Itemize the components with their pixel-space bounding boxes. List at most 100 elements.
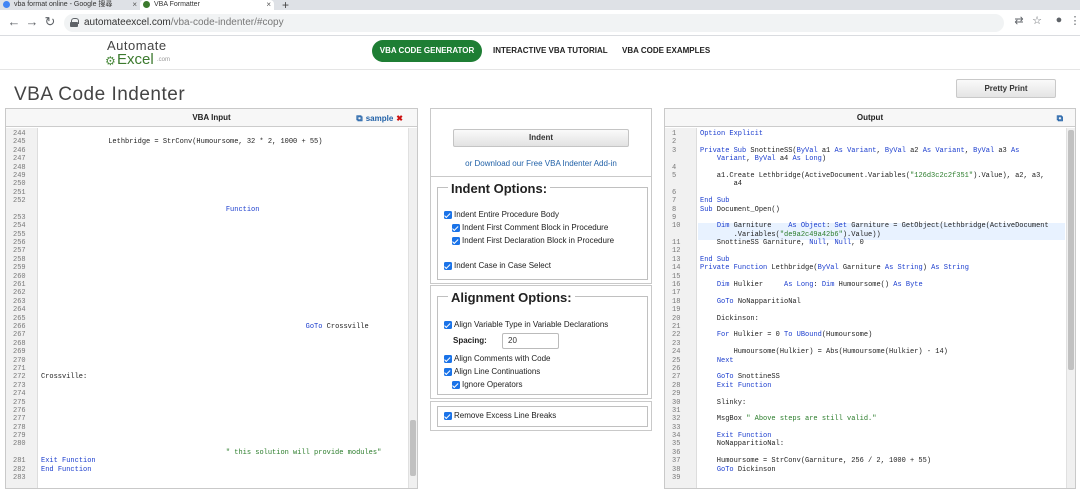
line-number: 31 (672, 406, 681, 415)
line-number (672, 231, 695, 239)
checkbox-checked-icon (444, 321, 452, 329)
code-line: NoNapparitioNal: (700, 440, 785, 449)
vertical-scrollbar[interactable] (408, 128, 417, 488)
line-number: 245 (13, 138, 26, 147)
line-number: 244 (13, 130, 26, 138)
checkbox-checked-icon (444, 355, 452, 363)
vertical-scrollbar[interactable] (1066, 128, 1075, 488)
code-line: Lethbridge = StrConv(Humoursome, 32 * 2,… (41, 138, 323, 147)
line-number: 249 (13, 171, 26, 180)
line-number: 262 (13, 289, 26, 298)
reload-icon[interactable]: ↻ (42, 14, 58, 30)
line-number: 23 (672, 339, 681, 348)
line-number: 17 (672, 289, 681, 298)
close-tab-icon[interactable]: × (266, 0, 271, 9)
scrollbar-thumb[interactable] (1068, 130, 1074, 370)
browser-toolbar: ← → ↻ automateexcel.com/vba-code-indente… (0, 10, 1080, 36)
line-number: 22 (672, 331, 681, 340)
line-number: 250 (13, 180, 26, 189)
line-number: 278 (13, 423, 26, 432)
nav-vba-code-generator[interactable]: VBA CODE GENERATOR (372, 40, 482, 62)
back-arrow-icon[interactable]: ← (6, 14, 22, 29)
clear-x-icon[interactable]: ✖ (396, 114, 403, 123)
line-number: 20 (672, 314, 681, 323)
pretty-print-button[interactable]: Pretty Print (956, 79, 1056, 98)
download-addin-link[interactable]: or Download our Free VBA Indenter Add-in (430, 159, 652, 168)
code-line: End Sub (700, 197, 730, 206)
line-number: 10 (672, 222, 681, 231)
site-header: Automate ⚙ Excel .com VBA CODE GENERATOR… (0, 36, 1080, 70)
sample-link[interactable]: ⧉ sample ✖ (356, 109, 403, 128)
browser-tab-google[interactable]: vba format online - Google 搜尋 × (0, 0, 140, 10)
nav-vba-code-examples[interactable]: VBA CODE EXAMPLES (622, 46, 710, 55)
copy-icon[interactable]: ⧉ (1057, 109, 1063, 127)
line-number: 266 (13, 322, 26, 331)
code-lines: Lethbridge = StrConv(Humoursome, 32 * 2,… (41, 130, 417, 482)
automate-excel-logo[interactable]: Automate ⚙ Excel .com (105, 38, 185, 68)
line-number: 257 (13, 247, 26, 256)
menu-dots-icon[interactable]: ⋮ (1068, 14, 1080, 27)
line-numbers: 1 2 3 4 5 6 7 8 9 10 11 12 13 14 15 16 17 18 19 20 21 22 23 24 2… (665, 130, 695, 482)
line-number: 254 (13, 222, 26, 231)
line-number: 29 (672, 390, 681, 399)
line-number: 279 (13, 432, 26, 441)
address-bar[interactable]: automateexcel.com/vba-code-indenter/#cop… (64, 14, 1004, 32)
code-line: Humoursome = StrConv(Garniture, 256 / 2,… (700, 457, 932, 466)
profile-icon[interactable]: ● (1052, 14, 1066, 26)
line-number: 265 (13, 314, 26, 323)
vba-input-panel: VBA Input ⧉ sample ✖ 244 245 246 247 248 249 250… (5, 108, 418, 489)
output-editor[interactable]: 1 2 3 4 5 6 7 8 9 10 11 12 13 14 15 16 17 18 19 20 21 22 23 24 2… (665, 128, 1075, 488)
line-number: 255 (13, 230, 26, 239)
line-number: 5 (672, 171, 677, 180)
vba-input-editor[interactable]: 244 245 246 247 248 249 250 251 252 253 254 255 256 2… (6, 128, 417, 488)
indent-options-title: Indent Options: (448, 181, 551, 196)
line-number: 277 (13, 415, 26, 424)
line-number: 267 (13, 331, 26, 340)
code-line: Dickinson: (700, 314, 759, 323)
line-number: 252 (13, 197, 26, 206)
star-icon[interactable]: ☆ (1030, 14, 1044, 27)
line-number: 25 (672, 356, 681, 365)
indent-button[interactable]: Indent (453, 129, 629, 147)
nav-interactive-vba-tutorial[interactable]: INTERACTIVE VBA TUTORIAL (493, 46, 608, 55)
alignment-options-title: Alignment Options: (448, 290, 575, 305)
checkbox-checked-icon (452, 224, 460, 232)
spacing-input[interactable]: 20 (502, 333, 559, 349)
line-number: 8 (672, 205, 677, 214)
line-number: 18 (672, 297, 681, 306)
forward-arrow-icon[interactable]: → (24, 14, 40, 29)
translate-icon[interactable]: ⇄ (1012, 14, 1026, 27)
scrollbar-thumb[interactable] (410, 420, 416, 476)
close-tab-icon[interactable]: × (132, 0, 137, 9)
gear-icon: ⚙ (105, 54, 116, 68)
code-line: Humoursome(Hulkier) = Abs(Humoursome(Hul… (700, 348, 948, 357)
code-line: Exit Function (716, 432, 772, 441)
code-line: a1.Create Lethbridge(ActiveDocument.Vari… (700, 171, 1045, 180)
line-number: 268 (13, 339, 26, 348)
code-line: Slinky: (700, 398, 747, 407)
line-number: 273 (13, 381, 26, 390)
line-number: 30 (672, 398, 681, 407)
browser-tab-vba-formatter[interactable]: VBA Formatter × (140, 0, 274, 10)
